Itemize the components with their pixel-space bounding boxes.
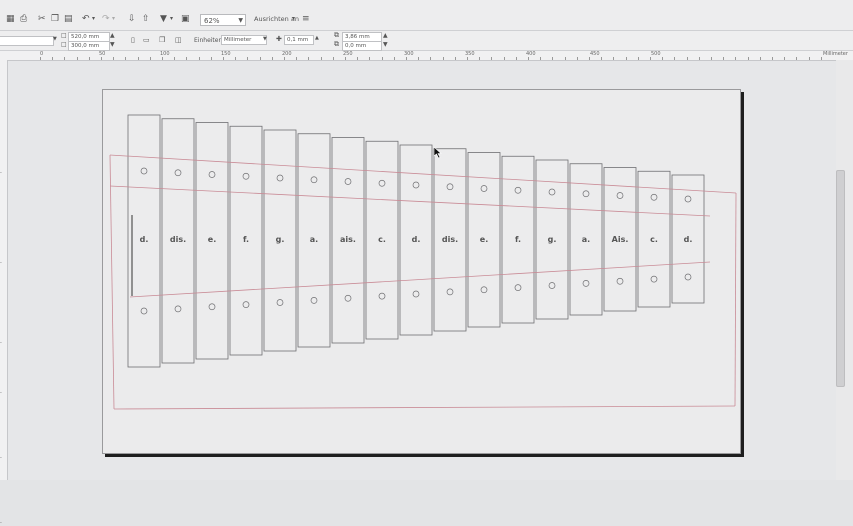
vertical-scrollbar-thumb[interactable] (836, 170, 845, 387)
bar-note-label: g. (547, 235, 557, 244)
bar-note-label: a. (581, 235, 591, 244)
bar-note-label: e. (207, 235, 217, 244)
bar-note-label: c. (378, 235, 386, 244)
bar-note-label: e. (479, 235, 489, 244)
bar-note-label: dis. (441, 235, 459, 244)
bar-note-label: dis. (169, 235, 187, 244)
bar-note-label: g. (275, 235, 285, 244)
bar-note-label: ais. (340, 235, 356, 244)
bar-note-label: f. (514, 235, 522, 244)
bar-note-label: a. (309, 235, 319, 244)
bar-note-label: d. (683, 235, 693, 244)
guide-line (734, 192, 737, 407)
guide-line (113, 405, 736, 410)
bar-note-label: Ais. (611, 235, 629, 244)
bar-note-label: f. (242, 235, 250, 244)
cursor-icon (434, 147, 442, 159)
drawing-objects (109, 114, 737, 410)
bar-note-label: d. (411, 235, 421, 244)
guide-line (109, 154, 115, 410)
bar-note-label: c. (650, 235, 658, 244)
vruler-tick: - (0, 520, 2, 526)
bar-note-label: d. (139, 235, 149, 244)
